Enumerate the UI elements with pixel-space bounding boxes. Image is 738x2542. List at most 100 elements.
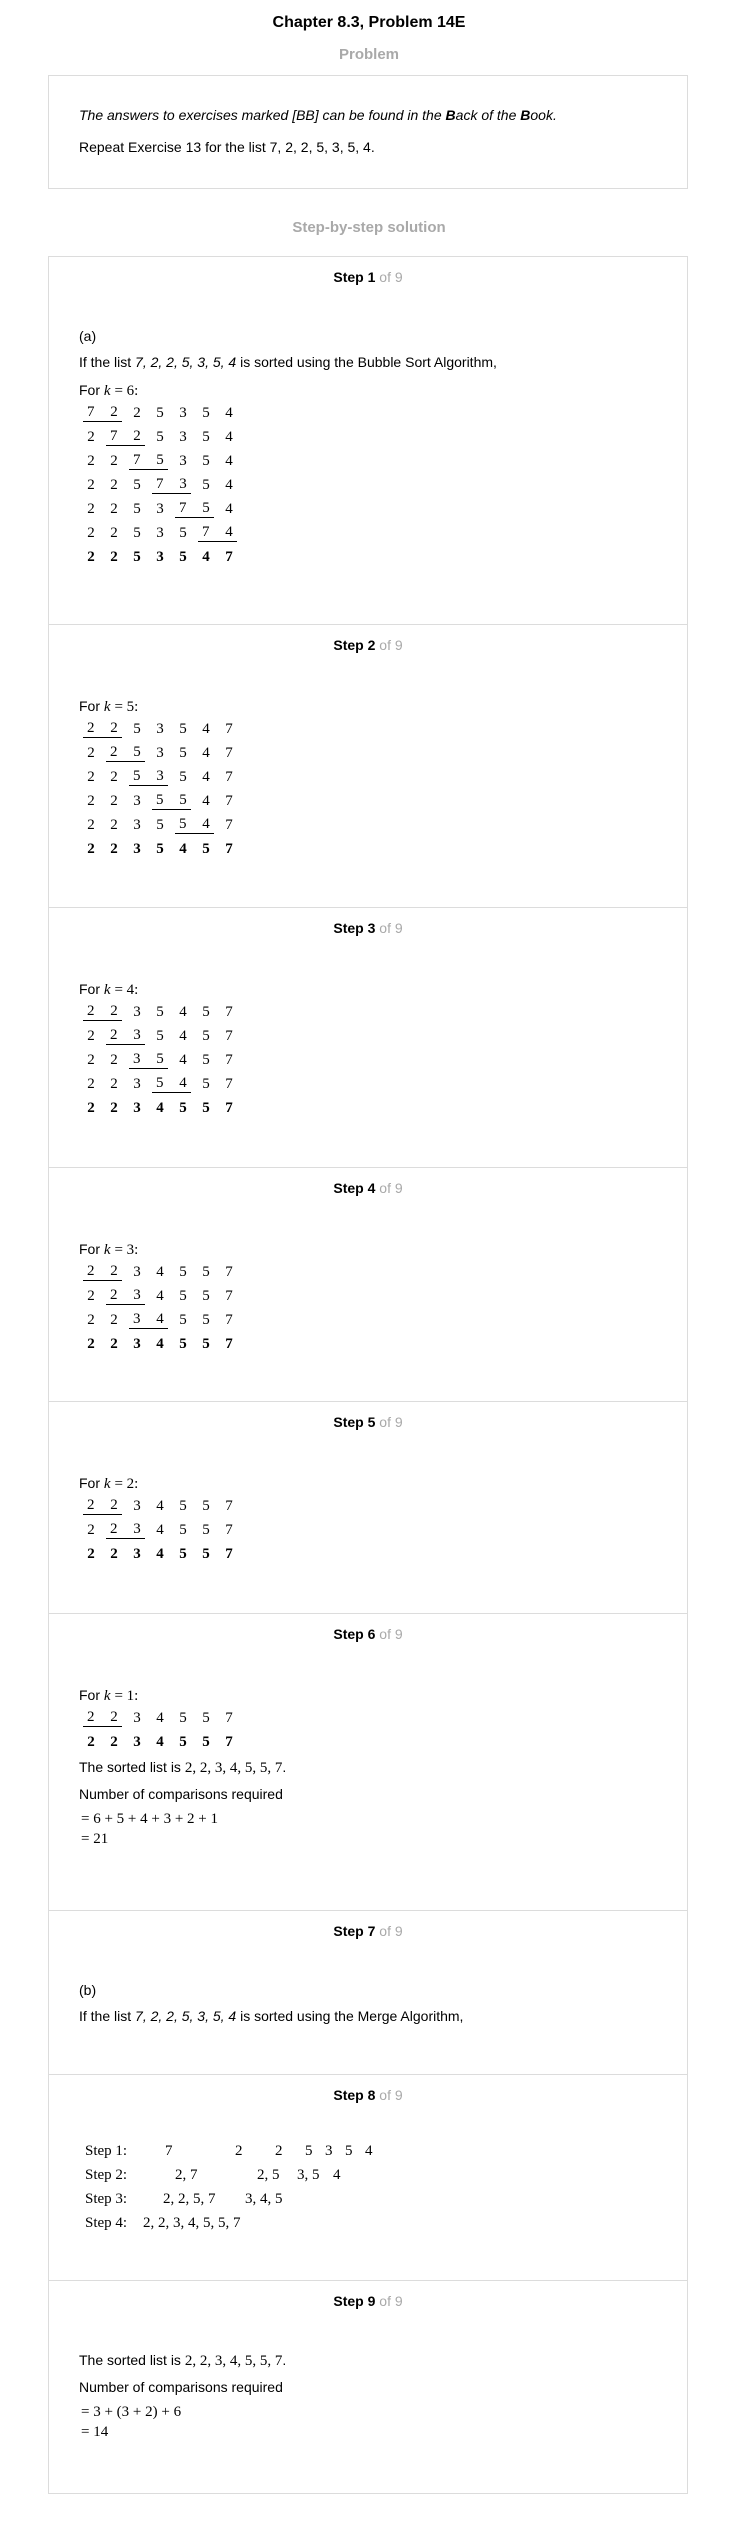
sequence-cell: 2 <box>87 768 95 785</box>
sequence-row: 2234557 <box>83 1518 244 1542</box>
sequence-cell: 4 <box>156 1497 164 1514</box>
sequence-cell: 2 <box>83 1706 106 1730</box>
step-header: Step 4 of 9 <box>333 1180 403 1196</box>
sequence-cell: 5 <box>129 765 152 789</box>
sequence-cell: 3 <box>129 1024 152 1048</box>
sequence-cell: 2 <box>110 548 118 565</box>
sequence-row: 2235457 <box>83 837 244 861</box>
sequence-cell: 2 <box>106 717 129 741</box>
sequence-cell: 3 <box>152 765 175 789</box>
sequence-row: 2253547 <box>83 741 244 765</box>
sequence-cell: 4 <box>156 1287 164 1304</box>
sequence-cell: 5 <box>179 720 187 737</box>
merge-row: Step 4: 2, 2, 3, 4, 5, 5, 7 <box>85 2214 241 2231</box>
sequence-cell: 5 <box>156 816 164 833</box>
sequence-row: 2253547 <box>83 545 244 569</box>
sequence-cell: 2 <box>110 1733 118 1750</box>
sequence-cell: 5 <box>156 1027 164 1044</box>
merge-steps-table-2: Step 2: 2, 7 2, 5 3, 5 4 <box>85 2163 353 2187</box>
merge-steps-table-4: Step 4: 2, 2, 3, 4, 5, 5, 7 <box>85 2211 283 2235</box>
sequence-cell: 2 <box>106 1706 129 1730</box>
sequence-row: 2234557 <box>83 1494 244 1518</box>
sequence-cell: 2 <box>110 792 118 809</box>
sequence-row: 2235547 <box>83 789 244 813</box>
sequence-cell: 2 <box>87 840 95 857</box>
comparisons-calc: = 3 + (3 + 2) + 6 = 14 <box>81 2404 182 2440</box>
step-header: Step 8 of 9 <box>333 2087 403 2103</box>
sequence-cell: 2 <box>83 1494 106 1518</box>
sequence-row: 2275354 <box>83 449 244 473</box>
step-6: Step 6 of 9 For k = 1: 22345572234557 Th… <box>49 1613 687 1910</box>
step-header: Step 3 of 9 <box>333 920 403 936</box>
step-header: Step 6 of 9 <box>333 1626 403 1642</box>
sequence-cell: 7 <box>225 1263 233 1280</box>
sequence-cell: 5 <box>202 1287 210 1304</box>
intro-text: If the list 7, 2, 2, 5, 3, 5, 4 is sorte… <box>79 354 497 370</box>
sequence-cell: 4 <box>152 1308 175 1332</box>
sequence-cell: 3 <box>156 720 164 737</box>
sequence-cell: 7 <box>129 449 152 473</box>
step-header: Step 1 of 9 <box>333 269 403 285</box>
sequence-cell: 5 <box>179 548 187 565</box>
sequence-cell: 4 <box>225 428 233 445</box>
part-label: (a) <box>79 328 97 344</box>
sequence-cell: 5 <box>202 840 210 857</box>
sequence-cell: 4 <box>179 1003 187 1020</box>
sequence-cell: 7 <box>225 768 233 785</box>
sequence-cell: 2 <box>106 1494 129 1518</box>
sequence-cell: 2 <box>83 717 106 741</box>
sequence-cell: 5 <box>179 1335 187 1352</box>
step-3: Step 3 of 9 For k = 4: 22354572235457223… <box>49 907 687 1167</box>
step-7: Step 7 of 9 (b) If the list 7, 2, 2, 5, … <box>49 1910 687 2074</box>
sequence-cell: 5 <box>179 744 187 761</box>
sequence-cell: 2 <box>106 1024 129 1048</box>
steps-container: Step 1 of 9 (a) If the list 7, 2, 2, 5, … <box>48 256 688 2494</box>
sequence-cell: 4 <box>202 744 210 761</box>
sequence-cell: 5 <box>156 428 164 445</box>
for-k-line: For k = 5: <box>79 698 139 715</box>
sequence-cell: 5 <box>179 1709 187 1726</box>
sequence-cell: 3 <box>129 1518 152 1542</box>
sequence-cell: 3 <box>156 524 164 541</box>
sequence-cell: 7 <box>225 1521 233 1538</box>
step-header: Step 2 of 9 <box>333 637 403 653</box>
sequence-cell: 3 <box>133 1099 141 1116</box>
sequence-cell: 7 <box>225 1027 233 1044</box>
sequence-cell: 2 <box>87 1521 95 1538</box>
sequence-cell: 2 <box>87 1027 95 1044</box>
sequence-cell: 5 <box>156 840 164 857</box>
page-title: Chapter 8.3, Problem 14E <box>272 14 466 31</box>
sequence-cell: 7 <box>225 1311 233 1328</box>
sequence-cell: 2 <box>106 1284 129 1308</box>
sequence-cell: 4 <box>175 1072 198 1096</box>
step-4: Step 4 of 9 For k = 3: 22345572234557223… <box>49 1167 687 1401</box>
sequence-cell: 3 <box>179 404 187 421</box>
step-5: Step 5 of 9 For k = 2: 22345572234557223… <box>49 1401 687 1613</box>
for-k-line: For k = 3: <box>79 1241 139 1258</box>
merge-steps-table-3: Step 3: 2, 2, 5, 7 3, 4, 5 <box>85 2187 305 2211</box>
sequence-cell: 4 <box>156 1263 164 1280</box>
sequence-cell: 4 <box>179 1051 187 1068</box>
step-9: Step 9 of 9 The sorted list is 2, 2, 3, … <box>49 2280 687 2493</box>
sequence-cell: 5 <box>202 1545 210 1562</box>
sequence-cell: 4 <box>156 1099 164 1116</box>
sequence-row: 2235457 <box>83 1000 244 1024</box>
sequence-cell: 7 <box>225 1003 233 1020</box>
sequence-cell: 2 <box>110 1311 118 1328</box>
step-header: Step 9 of 9 <box>333 2293 403 2309</box>
sequence-cell: 3 <box>179 428 187 445</box>
sequence-cell: 2 <box>87 452 95 469</box>
sequence-cell: 7 <box>225 1335 233 1352</box>
sequence-cell: 4 <box>156 1335 164 1352</box>
sequence-cell: 2 <box>106 741 129 765</box>
sequence-cell: 3 <box>129 1048 152 1072</box>
sequence-row: 2234557 <box>83 1730 244 1754</box>
intro-text: If the list 7, 2, 2, 5, 3, 5, 4 is sorte… <box>79 2008 464 2024</box>
sequence-cell: 5 <box>179 1733 187 1750</box>
sequence-cell: 2 <box>87 476 95 493</box>
problem-box: The answers to exercises marked [BB] can… <box>48 75 688 189</box>
sequence-cell: 4 <box>225 404 233 421</box>
sequence-cell: 5 <box>133 500 141 517</box>
merge-steps-table: Step 1: 7 2 2 5 3 5 4 <box>85 2139 385 2163</box>
sequence-cell: 5 <box>202 428 210 445</box>
